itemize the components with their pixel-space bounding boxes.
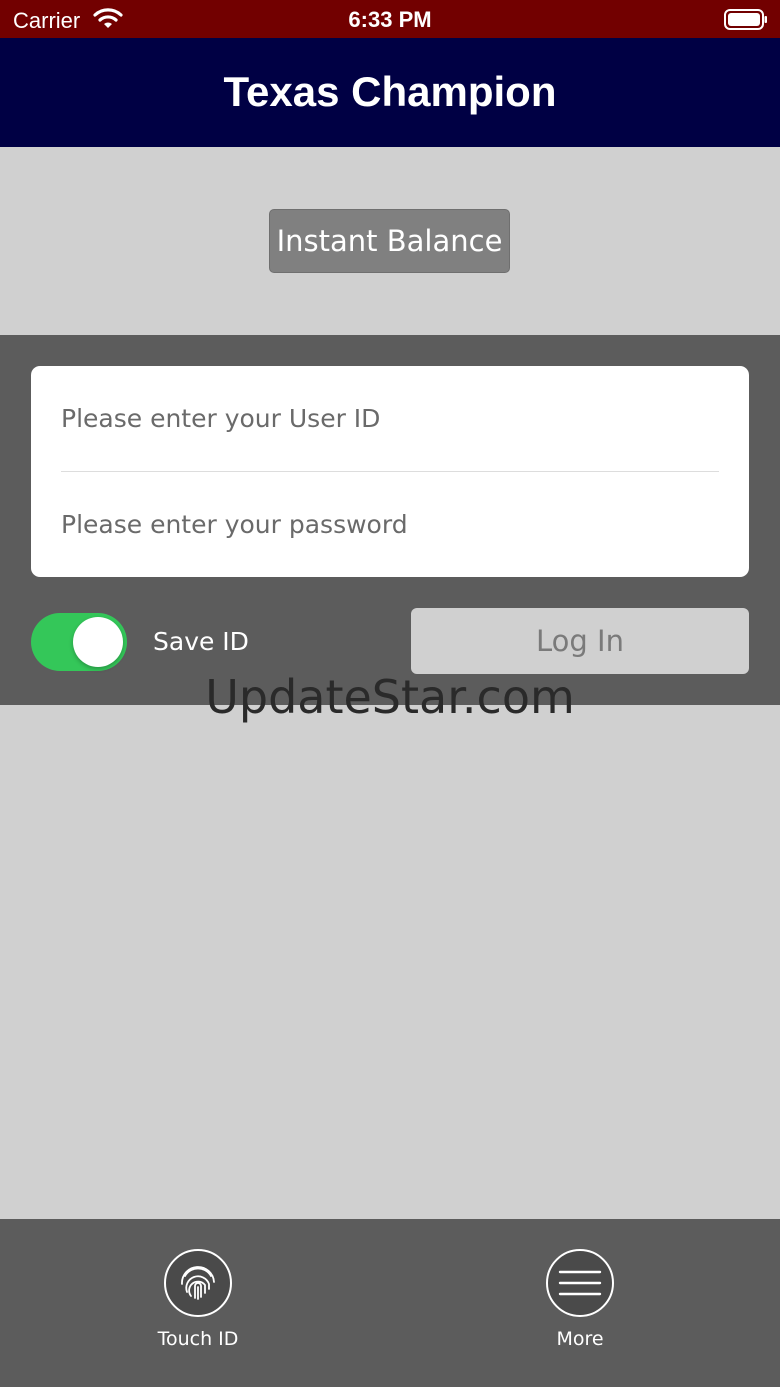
login-panel: Save ID Log In (0, 335, 780, 705)
tab-bar: Touch ID More (0, 1219, 780, 1387)
save-id-toggle[interactable] (31, 613, 127, 671)
watermark: UpdateStar.com (205, 670, 575, 724)
app-header: Texas Champion (0, 38, 780, 147)
credentials-card (31, 366, 749, 577)
save-id-label: Save ID (153, 627, 249, 656)
status-time: 6:33 PM (348, 7, 432, 32)
menu-icon (558, 1270, 602, 1296)
app-title: Texas Champion (223, 68, 557, 115)
login-button[interactable]: Log In (411, 608, 749, 674)
toggle-knob (73, 617, 123, 667)
tab-label-more: More (556, 1328, 604, 1350)
password-input[interactable] (61, 494, 719, 554)
tab-label-touch-id: Touch ID (157, 1328, 239, 1350)
tab-touch-id[interactable]: Touch ID (118, 1249, 278, 1350)
instant-balance-button[interactable]: Instant Balance (269, 209, 510, 273)
battery-icon (724, 9, 767, 30)
status-bar: Carrier 6:33 PM (0, 0, 780, 38)
user-id-input[interactable] (61, 388, 719, 448)
balance-area: Instant Balance (0, 147, 780, 335)
field-divider (61, 471, 719, 472)
tab-more[interactable]: More (500, 1249, 660, 1350)
more-button[interactable] (546, 1249, 614, 1317)
touch-id-button[interactable] (164, 1249, 232, 1317)
fingerprint-icon (181, 1266, 215, 1300)
